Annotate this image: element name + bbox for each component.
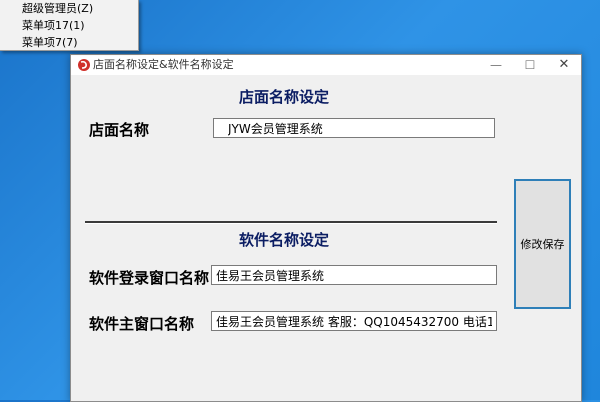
store-section-heading: 店面名称设定 (239, 88, 330, 106)
store-name-label: 店面名称 (89, 121, 150, 139)
store-name-field[interactable] (213, 118, 495, 138)
save-button[interactable]: 修改保存 (514, 179, 571, 309)
app-logo-icon (78, 59, 90, 71)
settings-window: 店面名称设定&软件名称设定 — ☐ ✕ 店面名称设定 店面名称 软件名称设定 软… (70, 54, 582, 402)
software-section-heading: 软件名称设定 (239, 231, 330, 249)
maximize-button[interactable]: ☐ (513, 55, 547, 75)
title-bar[interactable]: 店面名称设定&软件名称设定 — ☐ ✕ (71, 55, 581, 75)
window-title: 店面名称设定&软件名称设定 (93, 58, 234, 71)
login-window-name-label: 软件登录窗口名称 (89, 269, 210, 287)
section-divider (85, 221, 497, 224)
menu-item-17[interactable]: 菜单项17(1) (0, 18, 138, 34)
minimize-button[interactable]: — (479, 55, 513, 75)
window-content: 店面名称设定 店面名称 软件名称设定 软件登录窗口名称 软件主窗口名称 修改保存 (71, 75, 581, 401)
login-window-name-field[interactable] (211, 265, 497, 285)
main-window-name-label: 软件主窗口名称 (89, 315, 195, 333)
menu-item-super-admin[interactable]: 超级管理员(Z) (0, 1, 138, 17)
close-button[interactable]: ✕ (547, 55, 581, 75)
context-menu: 超级管理员(Z) 菜单项17(1) 菜单项7(7) (0, 0, 139, 51)
main-window-name-field[interactable] (211, 311, 497, 331)
menu-item-7[interactable]: 菜单项7(7) (0, 35, 138, 51)
